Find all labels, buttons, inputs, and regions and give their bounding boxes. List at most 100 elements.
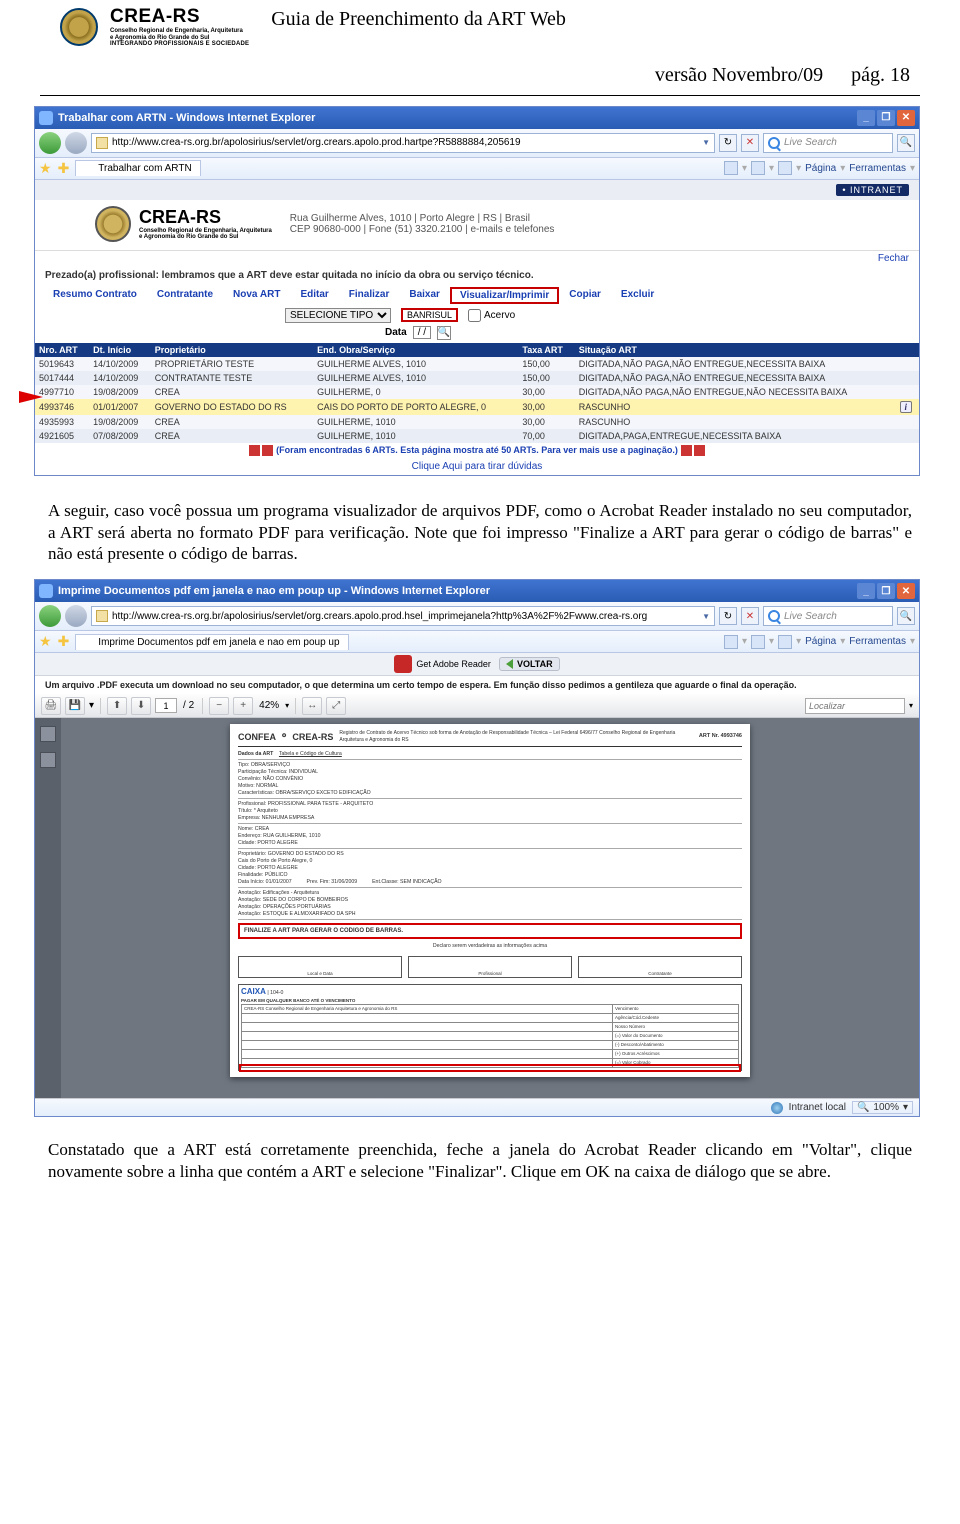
table-row[interactable]: 501744414/10/2009CONTRATANTE TESTEGUILHE… bbox=[35, 371, 919, 385]
zoom-in-button[interactable]: + bbox=[233, 697, 253, 715]
menu-item-baixar[interactable]: Baixar bbox=[399, 287, 450, 304]
fit-width-icon[interactable]: ↔ bbox=[302, 697, 322, 715]
cell-end: GUILHERME, 0 bbox=[313, 385, 518, 399]
table-row[interactable]: 493599319/08/2009CREAGUILHERME, 101030,0… bbox=[35, 415, 919, 429]
menu-item-editar[interactable]: Editar bbox=[290, 287, 338, 304]
page-number-input[interactable] bbox=[155, 698, 177, 713]
ie-window-controls: _ ❐ ✕ bbox=[857, 110, 915, 126]
page-next-icon[interactable] bbox=[681, 445, 692, 456]
ie2-search-box[interactable]: Live Search bbox=[763, 606, 893, 626]
ie2-address-bar[interactable]: ▼ bbox=[91, 606, 715, 626]
ie2-statusbar: Intranet local 🔍 100% ▾ bbox=[35, 1098, 919, 1116]
ie2-print-icon[interactable] bbox=[778, 635, 792, 649]
home-icon[interactable] bbox=[724, 161, 738, 175]
acervo-checkbox-input[interactable] bbox=[468, 309, 481, 322]
ie2-toolbar-pagina[interactable]: Página bbox=[805, 636, 836, 647]
cell-taxa: 150,00 bbox=[518, 357, 574, 371]
ie2-stop-button[interactable]: ✕ bbox=[741, 607, 759, 625]
acrobat-save-icon[interactable]: 💾 bbox=[65, 697, 85, 715]
ie2-back-button[interactable] bbox=[39, 605, 61, 627]
date-search-button[interactable]: 🔍 bbox=[437, 326, 451, 340]
ie2-add-favorite-icon[interactable]: ✚ bbox=[58, 633, 70, 650]
ie2-refresh-button[interactable]: ↻ bbox=[719, 607, 737, 625]
stop-button[interactable]: ✕ bbox=[741, 134, 759, 152]
menu-item-finalizar[interactable]: Finalizar bbox=[339, 287, 400, 304]
forward-button[interactable] bbox=[65, 132, 87, 154]
table-row[interactable]: 492160507/08/2009CREAGUILHERME, 101070,0… bbox=[35, 429, 919, 443]
favorites-star-icon[interactable]: ★ bbox=[39, 160, 52, 177]
col-header: Taxa ART bbox=[518, 343, 574, 357]
zoom-out-button[interactable]: − bbox=[209, 697, 229, 715]
ie2-close-button[interactable]: ✕ bbox=[897, 583, 915, 599]
menu-item-excluir[interactable]: Excluir bbox=[611, 287, 664, 304]
url-input[interactable] bbox=[112, 137, 698, 148]
search-go-button[interactable]: 🔍 bbox=[897, 134, 915, 152]
boleto-block: CAIXA | 104-0 PAGAR EM QUALQUER BANCO AT… bbox=[238, 984, 742, 1071]
find-input[interactable] bbox=[805, 698, 905, 714]
confea-logo: CONFEA bbox=[238, 731, 276, 743]
cell-prop: CREA bbox=[151, 429, 313, 443]
zoom-indicator[interactable]: 🔍 100% ▾ bbox=[852, 1101, 913, 1114]
maximize-button[interactable]: ❐ bbox=[877, 110, 895, 126]
voltar-button[interactable]: VOLTAR bbox=[499, 657, 560, 671]
fit-page-icon[interactable]: ⤢ bbox=[326, 697, 346, 715]
browser-tab[interactable]: Trabalhar com ARTN bbox=[75, 160, 200, 176]
menu-item-copiar[interactable]: Copiar bbox=[559, 287, 611, 304]
refresh-button[interactable]: ↻ bbox=[719, 134, 737, 152]
help-link[interactable]: Clique Aqui para tirar dúvidas bbox=[35, 458, 919, 475]
ie2-url-input[interactable] bbox=[112, 611, 698, 622]
menu-item-visualizar-imprimir[interactable]: Visualizar/Imprimir bbox=[450, 287, 559, 304]
acrobat-prev-page[interactable]: ⬆ bbox=[107, 697, 127, 715]
page-last-icon[interactable] bbox=[694, 445, 705, 456]
feed-icon[interactable] bbox=[751, 161, 765, 175]
ie-titlebar: Trabalhar com ARTN - Windows Internet Ex… bbox=[35, 107, 919, 129]
date-field[interactable]: / / bbox=[413, 326, 431, 339]
table-row[interactable]: 501964314/10/2009PROPRIETÁRIO TESTEGUILH… bbox=[35, 357, 919, 371]
fechar-link[interactable]: Fechar bbox=[35, 251, 919, 266]
ie2-maximize-button[interactable]: ❐ bbox=[877, 583, 895, 599]
ie2-address-dropdown-icon[interactable]: ▼ bbox=[702, 612, 710, 621]
page-number: pág. 18 bbox=[851, 64, 910, 87]
ie2-browser-tab[interactable]: Imprime Documentos pdf em janela e nao e… bbox=[75, 634, 348, 650]
acrobat-next-page[interactable]: ⬇ bbox=[131, 697, 151, 715]
search-box[interactable]: Live Search bbox=[763, 133, 893, 153]
ie2-feed-icon[interactable] bbox=[751, 635, 765, 649]
tipo-select[interactable]: SELECIONE TIPO bbox=[285, 308, 391, 323]
info-icon[interactable]: i bbox=[900, 401, 912, 413]
address-bar[interactable]: ▼ bbox=[91, 133, 715, 153]
table-row[interactable]: 499374601/01/2007GOVERNO DO ESTADO DO RS… bbox=[35, 399, 919, 415]
minimize-button[interactable]: _ bbox=[857, 110, 875, 126]
menu-item-contratante[interactable]: Contratante bbox=[147, 287, 223, 304]
close-button[interactable]: ✕ bbox=[897, 110, 915, 126]
cell-end: GUILHERME ALVES, 1010 bbox=[313, 371, 518, 385]
print-icon[interactable] bbox=[778, 161, 792, 175]
ie2-forward-button[interactable] bbox=[65, 605, 87, 627]
ie2-home-icon[interactable] bbox=[724, 635, 738, 649]
ie2-search-go-button[interactable]: 🔍 bbox=[897, 607, 915, 625]
app-address2: CEP 90680-000 | Fone (51) 3320.2100 | e-… bbox=[290, 224, 555, 235]
toolbar-ferramentas[interactable]: Ferramentas bbox=[849, 163, 906, 174]
pdf-page-area[interactable]: CONFEA ✪ CREA-RS Registro de Contrato de… bbox=[61, 718, 919, 1098]
address-dropdown-icon[interactable]: ▼ bbox=[702, 138, 710, 147]
col-header: Situação ART bbox=[575, 343, 896, 357]
ie2-favorites-icon[interactable]: ★ bbox=[39, 633, 52, 650]
get-reader-link[interactable]: Get Adobe Reader bbox=[394, 655, 491, 673]
back-button[interactable] bbox=[39, 132, 61, 154]
art-number-block: ART Nr. 4993746 bbox=[699, 733, 742, 740]
menu-item-nova-art[interactable]: Nova ART bbox=[223, 287, 290, 304]
page-first-icon[interactable] bbox=[249, 445, 260, 456]
acervo-checkbox[interactable]: Acervo bbox=[468, 309, 515, 322]
pages-panel-icon[interactable] bbox=[40, 726, 56, 742]
page-prev-icon[interactable] bbox=[262, 445, 273, 456]
cell-sit: DIGITADA,NÃO PAGA,NÃO ENTREGUE,NECESSITA… bbox=[575, 371, 896, 385]
attachments-panel-icon[interactable] bbox=[40, 752, 56, 768]
toolbar-pagina[interactable]: Página bbox=[805, 163, 836, 174]
table-row[interactable]: 499771019/08/2009CREAGUILHERME, 030,00DI… bbox=[35, 385, 919, 399]
acrobat-print-icon[interactable]: 🖨 bbox=[41, 697, 61, 715]
bank-highlight[interactable]: BANRISUL bbox=[401, 308, 458, 322]
ie2-toolbar-ferramentas[interactable]: Ferramentas bbox=[849, 636, 906, 647]
add-favorite-icon[interactable]: ✚ bbox=[58, 160, 70, 177]
data-label: Data bbox=[385, 327, 407, 338]
ie2-minimize-button[interactable]: _ bbox=[857, 583, 875, 599]
menu-item-resumo-contrato[interactable]: Resumo Contrato bbox=[43, 287, 147, 304]
